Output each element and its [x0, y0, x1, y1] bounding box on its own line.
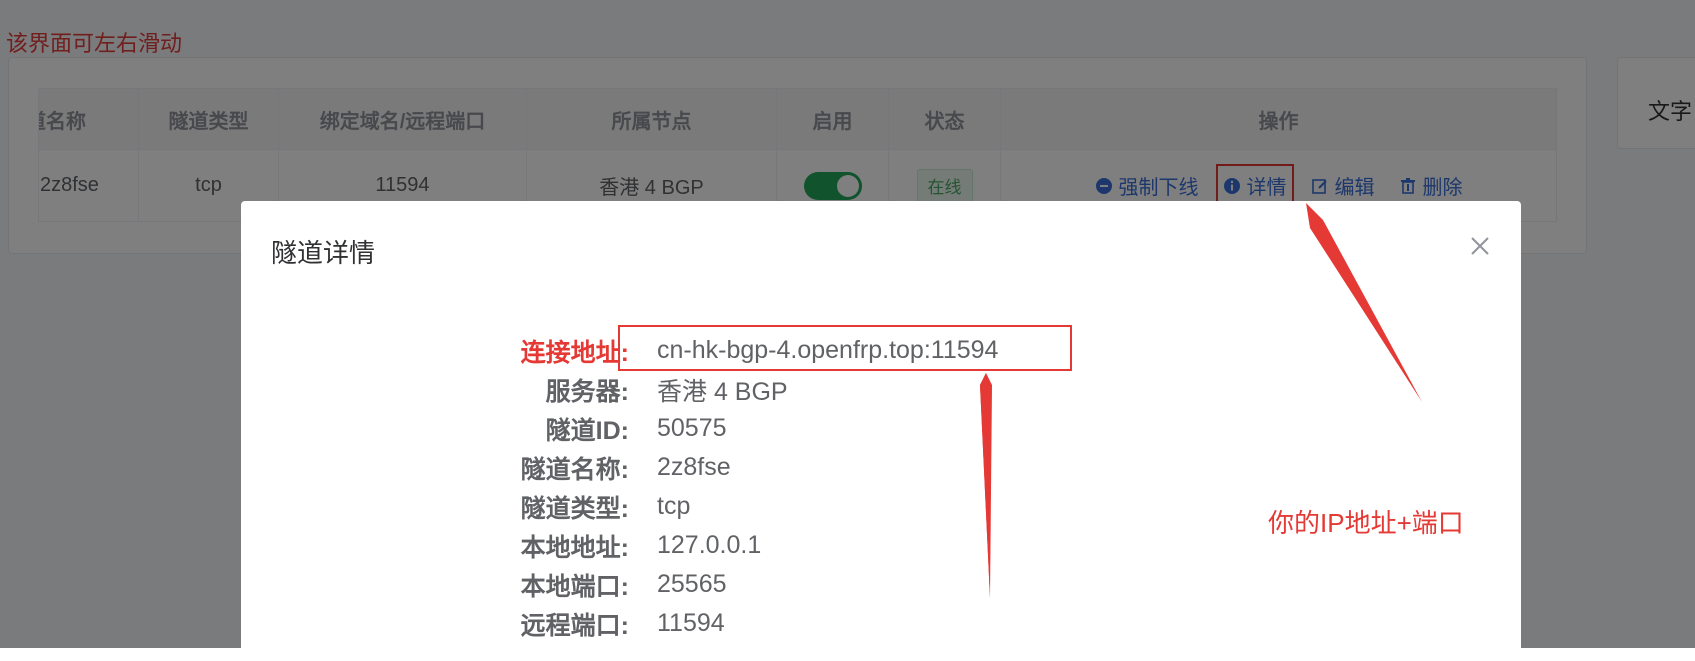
- annotation-arrows: [980, 203, 1422, 598]
- arrow-to-details: [1306, 203, 1422, 402]
